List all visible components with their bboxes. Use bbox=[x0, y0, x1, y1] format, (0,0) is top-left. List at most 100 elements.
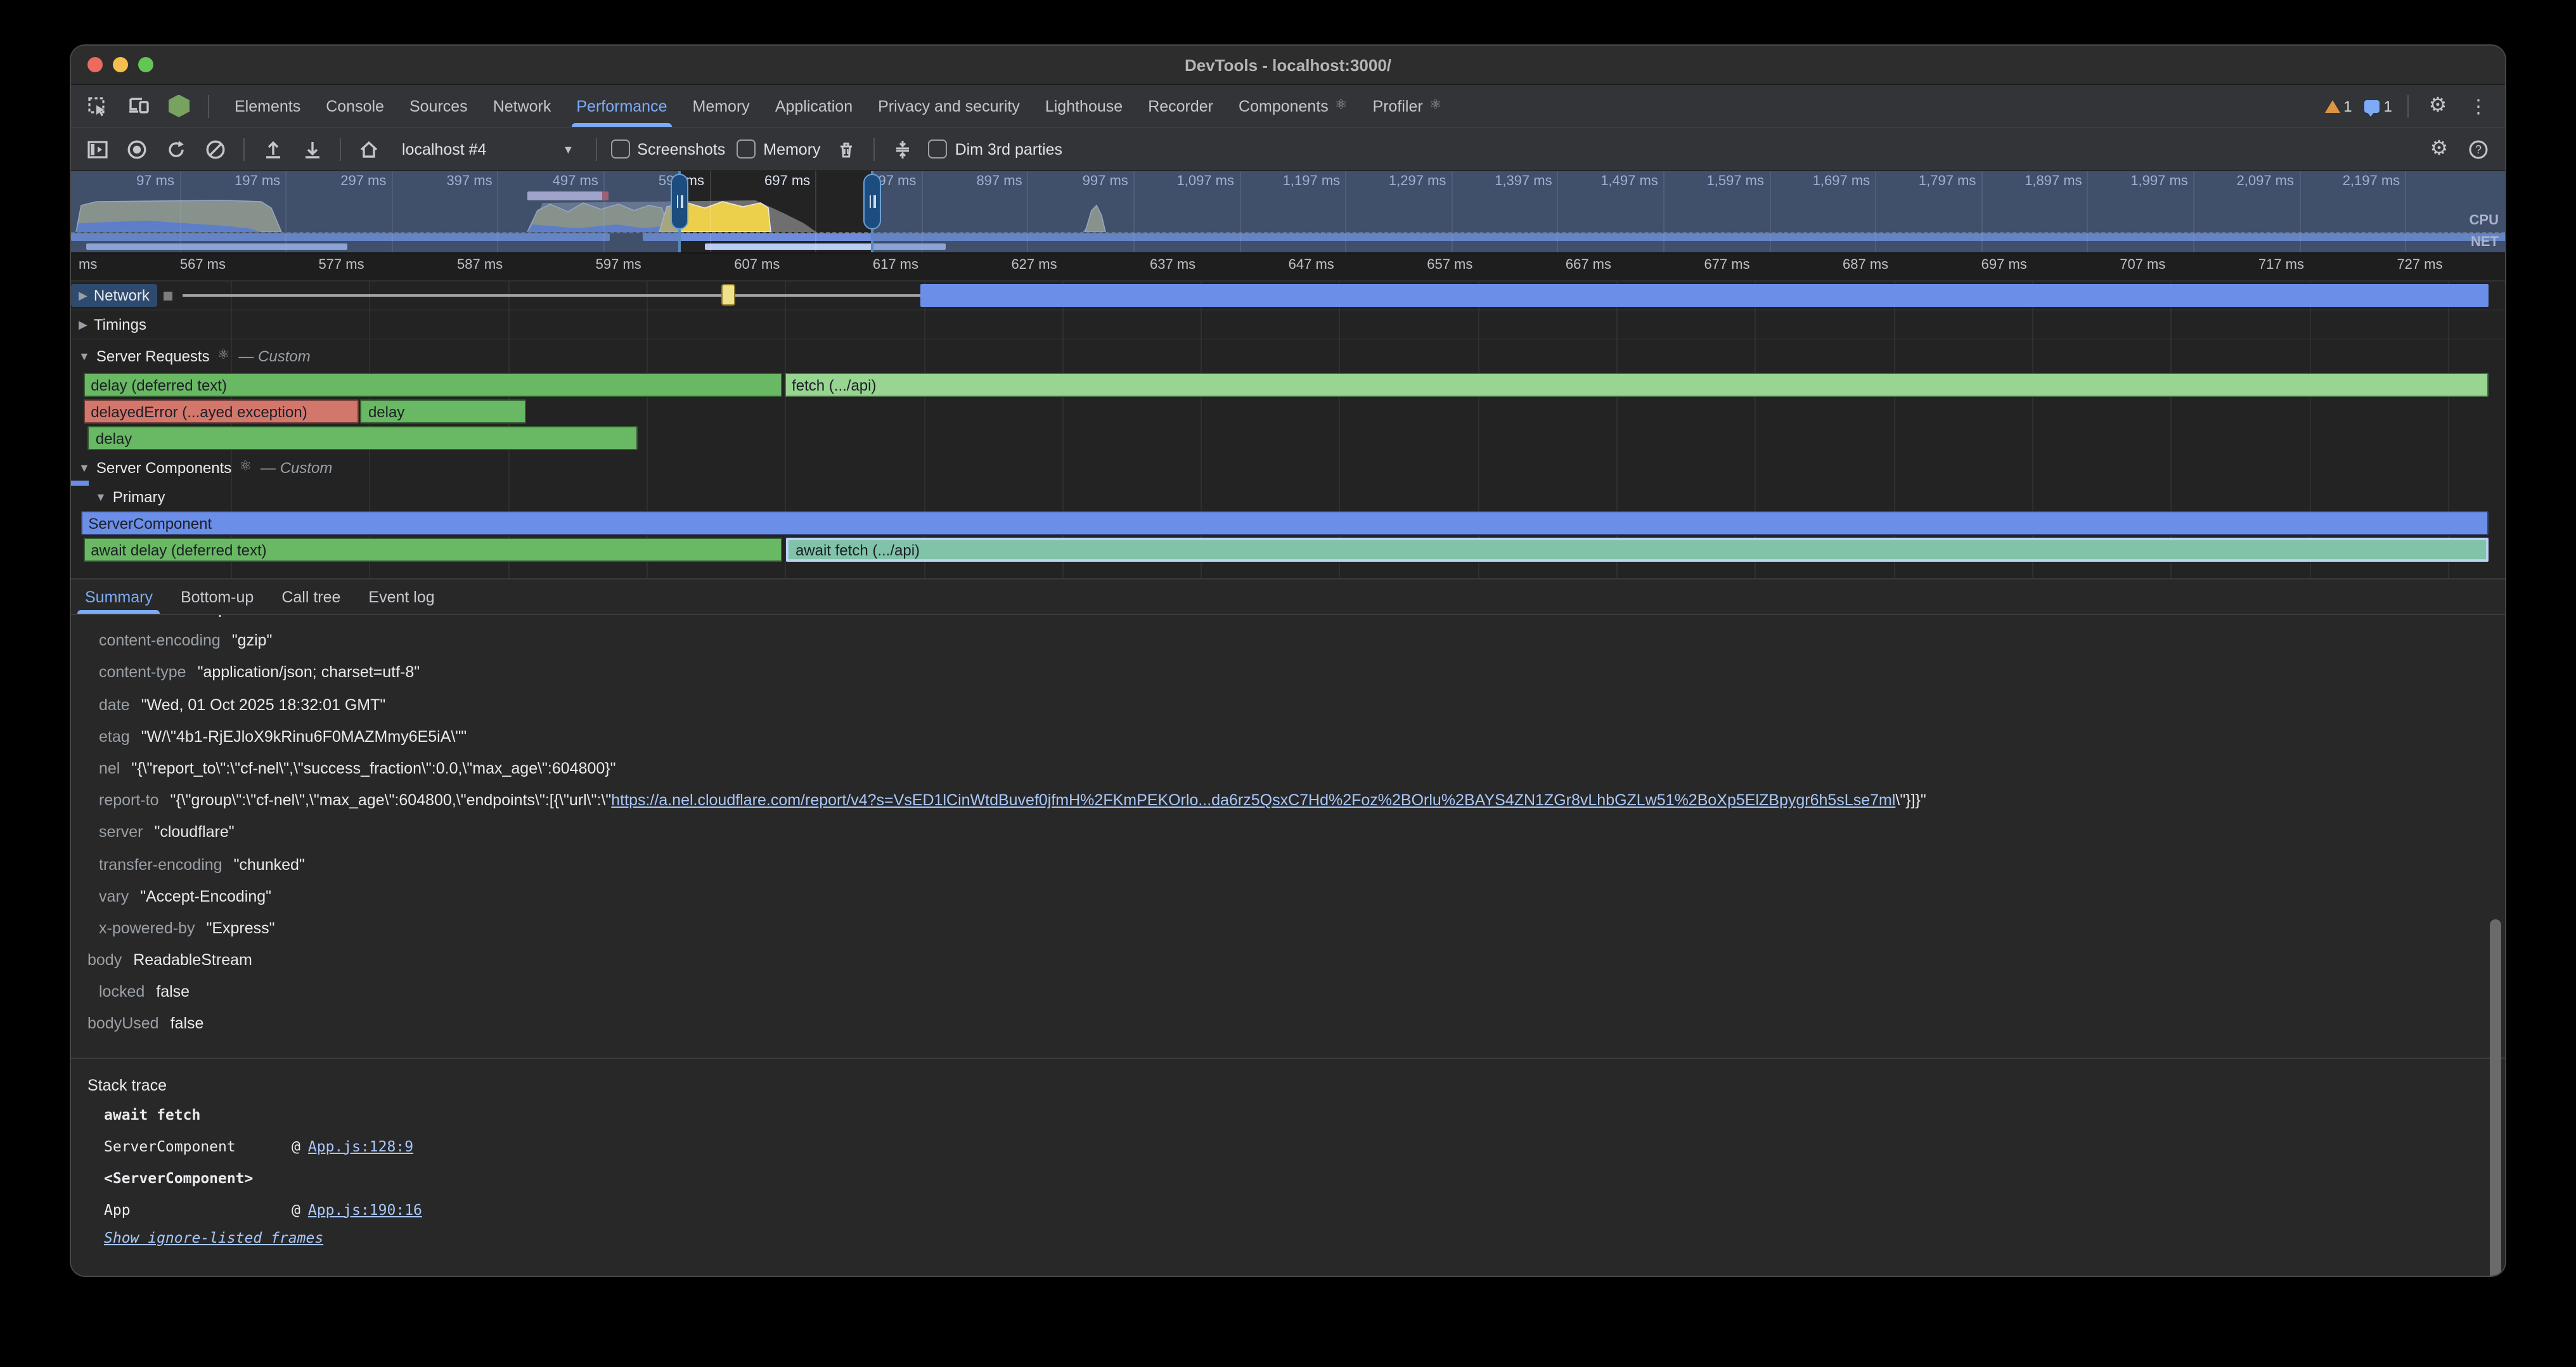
close-window-button[interactable] bbox=[87, 57, 103, 72]
track-resize-handle[interactable] bbox=[164, 291, 172, 300]
warnings-badge[interactable]: 1 bbox=[2324, 97, 2352, 115]
tab-sources[interactable]: Sources bbox=[397, 85, 480, 127]
property-value: "Express" bbox=[206, 919, 274, 937]
tab-network[interactable]: Network bbox=[480, 85, 564, 127]
flame-bar[interactable]: delay bbox=[361, 399, 526, 424]
tab-profiler[interactable]: Profiler⚛ bbox=[1360, 85, 1455, 127]
chevron-right-icon: ▶ bbox=[79, 288, 87, 302]
stack-frame: ServerComponent@App.js:128:9 bbox=[104, 1131, 2505, 1162]
more-options-icon[interactable]: ⋮ bbox=[2464, 92, 2492, 120]
settings-gear-icon[interactable]: ⚙ bbox=[2424, 92, 2452, 120]
ruler-tick-label: 617 ms bbox=[802, 257, 918, 273]
tab-label: Sources bbox=[409, 97, 468, 115]
flame-bar[interactable]: delayedError (...ayed exception) bbox=[83, 399, 358, 424]
overview-tick-label: 697 ms bbox=[699, 174, 810, 189]
show-ignore-listed-frames-link[interactable]: Show ignore-listed frames bbox=[104, 1228, 323, 1246]
screenshots-checkbox[interactable]: Screenshots bbox=[610, 139, 725, 159]
network-track[interactable]: ▶Network bbox=[71, 282, 2505, 311]
property-value: "W/\"4b1-RjEJloX9kRinu6F0MAZMmy6E5iA\"" bbox=[141, 728, 467, 746]
home-icon[interactable] bbox=[355, 135, 383, 163]
tab-application[interactable]: Application bbox=[763, 85, 865, 127]
selection-handle-right[interactable] bbox=[863, 174, 881, 230]
ruler-tick-label: 587 ms bbox=[386, 257, 503, 273]
collapse-tracks-icon[interactable] bbox=[889, 135, 917, 163]
chevron-down-icon: ▼ bbox=[95, 490, 106, 503]
timings-track[interactable]: ▶Timings bbox=[71, 311, 2505, 340]
timeline-overview[interactable]: 97 ms197 ms297 ms397 ms497 ms597 ms697 m… bbox=[71, 171, 2505, 254]
server-requests-header[interactable]: ▼ Server Requests ⚛ — Custom bbox=[71, 340, 2505, 372]
flame-bar[interactable]: delay bbox=[88, 426, 638, 450]
ruler-tick-label: 637 ms bbox=[1079, 257, 1195, 273]
tab-recorder[interactable]: Recorder bbox=[1135, 85, 1226, 127]
nodejs-icon[interactable] bbox=[165, 92, 193, 120]
zoom-window-button[interactable] bbox=[138, 57, 153, 72]
property-row: etag "W/\"4b1-RjEJloX9kRinu6F0MAZMmy6E5iA… bbox=[71, 722, 2505, 753]
report-url-link[interactable]: https://a.nel.cloudflare.com/report/v4?s… bbox=[611, 791, 1895, 809]
network-request-bar[interactable] bbox=[920, 284, 2488, 307]
minimize-window-button[interactable] bbox=[113, 57, 128, 72]
server-components-header[interactable]: ▼ Server Components ⚛ — Custom bbox=[71, 451, 2505, 483]
garbage-collect-icon[interactable] bbox=[832, 135, 860, 163]
tab-label: Memory bbox=[693, 97, 750, 115]
panel-tab-bottom-up[interactable]: Bottom-up bbox=[167, 580, 267, 614]
checkbox-label: Memory bbox=[763, 140, 820, 158]
tab-memory[interactable]: Memory bbox=[680, 85, 763, 127]
property-row: bodyReadableStream bbox=[71, 945, 2505, 976]
history-select[interactable]: localhost #4 ▼ bbox=[394, 138, 581, 160]
download-profile-icon[interactable] bbox=[298, 135, 326, 163]
tab-console[interactable]: Console bbox=[313, 85, 397, 127]
vertical-scrollbar[interactable] bbox=[2490, 919, 2501, 1276]
tab-components[interactable]: Components⚛ bbox=[1226, 85, 1360, 127]
checkbox-icon bbox=[929, 139, 948, 159]
dim-3rd-parties-checkbox[interactable]: Dim 3rd parties bbox=[929, 139, 1063, 159]
tab-performance[interactable]: Performance bbox=[564, 85, 679, 127]
property-key: content-encoding bbox=[99, 632, 221, 649]
flame-bar[interactable]: fetch (.../api) bbox=[784, 373, 2488, 397]
tab-elements[interactable]: Elements bbox=[222, 85, 313, 127]
help-icon[interactable]: ? bbox=[2464, 135, 2492, 163]
messages-badge[interactable]: 1 bbox=[2365, 97, 2392, 115]
property-key: locked bbox=[99, 983, 145, 1001]
network-track-label[interactable]: ▶Network bbox=[71, 284, 157, 307]
upload-profile-icon[interactable] bbox=[259, 135, 287, 163]
flame-bar[interactable]: delay (deferred text) bbox=[83, 373, 782, 397]
reload-record-button[interactable] bbox=[162, 135, 190, 163]
panel-tab-event-log[interactable]: Event log bbox=[354, 580, 448, 614]
property-value: "Accept-Encoding" bbox=[140, 887, 271, 905]
network-request-marker[interactable] bbox=[721, 284, 735, 306]
device-toolbar-icon[interactable] bbox=[124, 92, 152, 120]
checkbox-label: Screenshots bbox=[637, 140, 725, 158]
property-row: x-powered-by"Express" bbox=[71, 913, 2505, 945]
inspect-element-icon[interactable] bbox=[84, 92, 112, 120]
ruler-tick-label: 667 ms bbox=[1495, 257, 1611, 273]
property-key: etag bbox=[99, 728, 130, 746]
panel-tab-summary[interactable]: Summary bbox=[71, 580, 167, 614]
capture-settings-gear-icon[interactable]: ⚙ bbox=[2425, 135, 2453, 163]
clear-button[interactable] bbox=[202, 135, 229, 163]
warning-icon bbox=[2324, 100, 2340, 112]
panel-tab-call-tree[interactable]: Call tree bbox=[267, 580, 354, 614]
tab-label: Application bbox=[775, 97, 853, 115]
property-row: report-to"{\"group\":\"cf-nel\",\"max_ag… bbox=[71, 785, 2505, 817]
tab-privacy-and-security[interactable]: Privacy and security bbox=[865, 85, 1033, 127]
property-value: false bbox=[171, 1015, 204, 1033]
tab-lighthouse[interactable]: Lighthouse bbox=[1033, 85, 1135, 127]
flame-bar[interactable]: await delay (deferred text) bbox=[83, 538, 782, 562]
tab-label: Performance bbox=[576, 97, 667, 115]
tab-label: Privacy and security bbox=[878, 97, 1020, 115]
record-button[interactable] bbox=[123, 135, 151, 163]
toggle-sidebar-icon[interactable] bbox=[84, 135, 112, 163]
stack-frame: await fetch bbox=[104, 1099, 2505, 1131]
memory-checkbox[interactable]: Memory bbox=[737, 139, 820, 159]
flame-bar[interactable]: ServerComponent bbox=[80, 511, 2488, 535]
source-location-link[interactable]: App.js:128:9 bbox=[308, 1131, 413, 1162]
primary-group-header[interactable]: ▼ Primary bbox=[71, 483, 2505, 510]
property-value: ReadableStream bbox=[133, 951, 252, 969]
stack-frame: App@App.js:190:16 bbox=[104, 1194, 2505, 1226]
overview-dim-right bbox=[872, 171, 2505, 252]
ruler-tick-label: 697 ms bbox=[1910, 257, 2027, 273]
flame-bar[interactable]: await fetch (.../api) bbox=[787, 538, 2488, 562]
source-location-link[interactable]: App.js:190:16 bbox=[308, 1194, 422, 1226]
property-row: connection"keep-alive" bbox=[71, 615, 2505, 625]
selection-handle-left[interactable] bbox=[671, 174, 688, 230]
